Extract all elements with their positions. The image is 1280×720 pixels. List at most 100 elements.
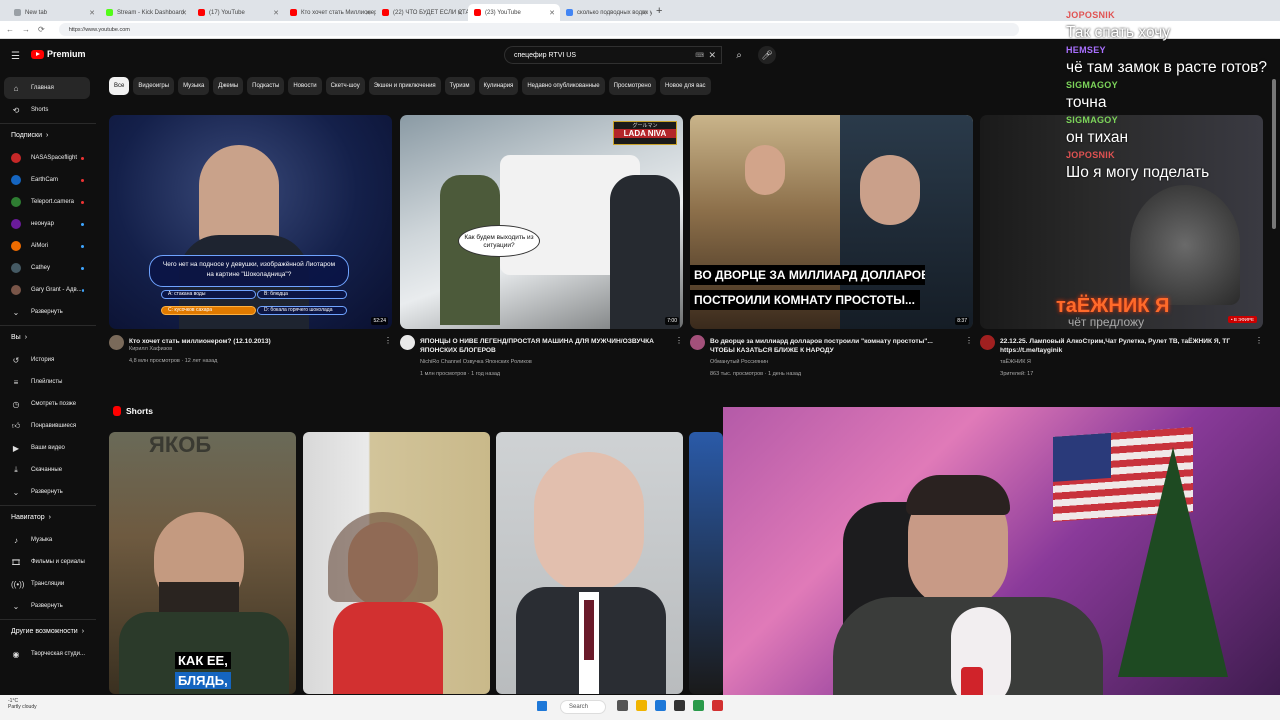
close-tab-icon[interactable]: ✕ [365,9,371,17]
sidebar-item-label: Творческая студи... [31,651,86,657]
close-tab-icon[interactable]: ✕ [457,9,463,17]
chat-message: JOPOSNIK Шо я могу поделать [1066,150,1278,185]
filter-chip[interactable]: Новое для вас [660,77,711,95]
sidebar-item[interactable]: 👍︎ Понравившиеся [0,415,90,437]
navigator-heading[interactable]: Навигатор › [0,505,96,529]
filter-chip[interactable]: Скетч-шоу [325,77,365,95]
more-options-icon[interactable]: ⋮ [384,336,392,345]
taskbar-search[interactable]: Search [560,700,606,714]
video-thumbnail-2[interactable]: グールマン LADA NIVA Как будем выходить из си… [400,115,683,329]
sidebar-item-label: Gary Grant - Адв... [31,287,82,293]
sidebar-item[interactable]: ⌂ Главная [4,77,90,99]
video-title[interactable]: Кто хочет стать миллионером? (12.10.2013… [129,337,377,346]
sidebar-item[interactable]: ⟲ Shorts [0,99,90,121]
filter-chip[interactable]: Джемы [213,77,244,95]
filter-chip[interactable]: Новости [288,77,322,95]
short-thumbnail-3[interactable] [496,432,683,694]
browser-tab[interactable]: Кто хочет стать Миллионером 2...✕ [284,4,376,21]
sidebar-item[interactable]: ⌄ Развернуть [0,301,90,323]
browser-tab[interactable]: (22) ЧТО БУДЕТ ЕСЛИ СТАТЬ ВО...✕ [376,4,468,21]
close-tab-icon[interactable]: ✕ [181,9,187,17]
new-tab-icon[interactable]: + [656,5,662,17]
channel-avatar[interactable] [400,335,415,350]
close-tab-icon[interactable]: ✕ [641,9,647,17]
sidebar-item[interactable]: ♪ Музыка [0,529,90,551]
video-title[interactable]: Во дворце за миллиард долларов построили… [710,337,958,355]
filter-chip[interactable]: Просмотрено [608,77,657,95]
subscriptions-heading[interactable]: Подписки › [0,123,96,147]
url-input[interactable]: https://www.youtube.com [58,23,1019,36]
sidebar-item[interactable]: ⤓ Скачанные [0,459,90,481]
more-options-icon[interactable]: ⋮ [965,336,973,345]
close-tab-icon[interactable]: ✕ [273,9,279,17]
sidebar-item-subscription[interactable]: NASASpaceflight [0,147,90,169]
sidebar-item-subscription[interactable]: AiMori [0,235,90,257]
other-heading[interactable]: Другие возможности › [0,619,96,643]
chrome-icon[interactable] [693,700,704,711]
browser-tab[interactable]: сколько подводных водок у сша✕ [560,4,652,21]
filter-chip[interactable]: Экшен и приключения [368,77,441,95]
filter-chip[interactable]: Видеоигры [133,77,175,95]
channel-avatar[interactable] [980,335,995,350]
clear-search-icon[interactable]: ✕ [708,50,716,61]
filter-chip[interactable]: Подкасты [247,77,285,95]
channel-name[interactable]: Обманутый Россиянин [710,359,768,365]
video-title[interactable]: 22.12.25. Ламповый АлкоСтрим,Чат Рулетка… [1000,337,1248,355]
video-thumbnail-3[interactable]: ВО ДВОРЦЕ ЗА МИЛЛИАРД ДОЛЛАРОВ ПОСТРОИЛИ… [690,115,973,329]
sidebar-item[interactable]: 🎞︎ Фильмы и сериалы [0,551,90,573]
more-options-icon[interactable]: ⋮ [675,336,683,345]
sidebar-item-subscription[interactable]: Teleport.camera [0,191,90,213]
sidebar-item-subscription[interactable]: Cathey [0,257,90,279]
channel-name[interactable]: таЁЖНИК Я [1000,359,1031,365]
sidebar-item-subscription[interactable]: EarthCam [0,169,90,191]
menu-icon[interactable]: ☰ [11,51,20,62]
video-title[interactable]: ЯПОНЦЫ О НИВЕ ЛЕГЕНД/ПРОСТАЯ МАШИНА ДЛЯ … [420,337,668,355]
obs-icon[interactable] [712,700,723,711]
sidebar-item[interactable]: ≡ Плейлисты [0,371,90,393]
sidebar-item[interactable]: ⌄ Развернуть [0,481,90,503]
channel-avatar[interactable] [109,335,124,350]
task-view-icon[interactable] [617,700,628,711]
filter-chip[interactable]: Кулинария [478,77,519,95]
close-tab-icon[interactable]: ✕ [549,9,555,17]
video-thumbnail-1[interactable]: Чего нет на подносе у девушки, изображён… [109,115,392,329]
channel-name[interactable]: Кирилл Хафизов [129,346,172,352]
browser-tab[interactable]: Stream - Kick Dashboard ✕ [100,4,192,21]
reload-icon[interactable]: ⟳ [38,25,45,34]
file-explorer-icon[interactable] [636,700,647,711]
filter-chip[interactable]: Недавно опубликованные [522,77,605,95]
start-icon[interactable] [537,701,547,711]
sidebar-item[interactable]: ↺ История [0,349,90,371]
channel-name[interactable]: NichiRo Channel Озвучка Японских Роликов [420,359,532,365]
filter-chip[interactable]: Музыка [178,77,210,95]
sidebar-item[interactable]: ((•)) Трансляции [0,573,90,595]
edge-icon[interactable] [655,700,666,711]
voice-search-button[interactable]: 🎤︎ [758,46,776,64]
search-button[interactable]: ⌕ [726,46,752,64]
sidebar-item-subscription[interactable]: Gary Grant - Адв... [0,279,90,301]
sidebar-item[interactable]: ◷ Смотреть позже [0,393,90,415]
short-thumbnail-2[interactable] [303,432,490,694]
browser-tab[interactable]: (23) YouTube ✕ [468,4,560,21]
sidebar-item-subscription[interactable]: неонуар [0,213,90,235]
filter-chip[interactable]: Все [109,77,130,95]
sidebar-item[interactable]: ◉ Творческая студи... [0,643,90,665]
back-icon[interactable]: ← [6,25,14,34]
sidebar-item[interactable]: ▶ Ваши видео [0,437,90,459]
short-thumbnail-1[interactable]: ЯКОБ КАК ЕЕ, БЛЯДЬ, [109,432,296,694]
browser-tab[interactable]: (17) YouTube ✕ [192,4,284,21]
you-heading[interactable]: Вы › [0,325,96,349]
app-icon[interactable] [674,700,685,711]
more-options-icon[interactable]: ⋮ [1255,336,1263,345]
sidebar-item[interactable]: ⌄ Развернуть [0,595,90,617]
browser-tab[interactable]: New tab ✕ [8,4,100,21]
channel-avatar[interactable] [690,335,705,350]
youtube-logo[interactable]: Premium [31,49,86,59]
close-tab-icon[interactable]: ✕ [89,9,95,17]
short-thumbnail-4[interactable] [689,432,723,694]
search-input[interactable]: спецефир RTVI US ⌨ ✕ [504,46,722,64]
keyboard-icon[interactable]: ⌨ [695,52,704,59]
forward-icon[interactable]: → [22,25,30,34]
weather-widget[interactable]: -1°C Partly cloudy [8,698,37,710]
filter-chip[interactable]: Туризм [444,77,475,95]
